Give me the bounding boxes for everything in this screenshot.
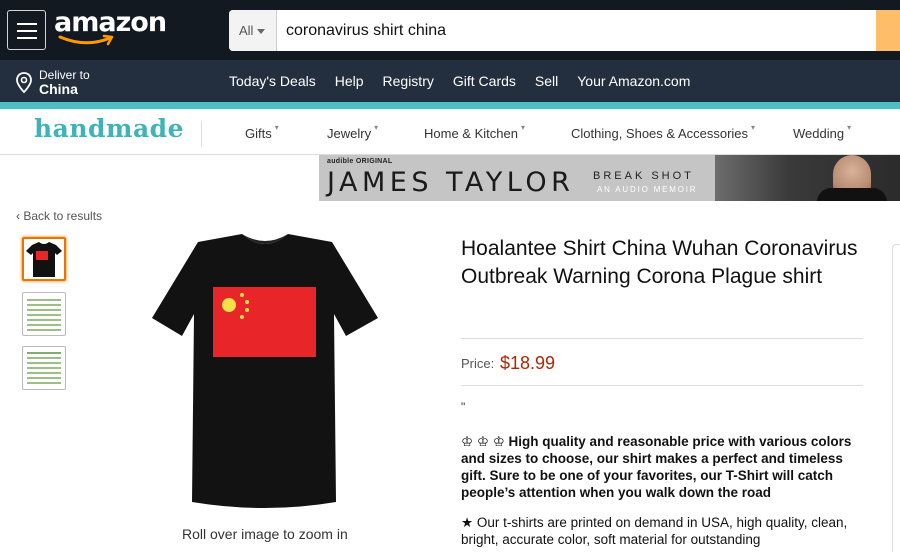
- nav-link-help[interactable]: Help: [335, 73, 364, 89]
- smile-arrow-icon: [58, 34, 114, 46]
- thumbnail-size-chart-2[interactable]: [22, 346, 66, 390]
- search-button[interactable]: [876, 10, 900, 51]
- location-pin-icon: [16, 72, 32, 94]
- ad-banner[interactable]: audible ORIGINAL JAMES TAYLOR BREAK SHOT…: [319, 155, 900, 201]
- nav-link-todays-deals[interactable]: Today's Deals: [229, 73, 316, 89]
- nav-link-your-amazon[interactable]: Your Amazon.com: [577, 73, 690, 89]
- ad-photo: [715, 155, 900, 201]
- ad-subtagline: AN AUDIO MEMOIR: [597, 185, 698, 194]
- nav-links: Today's Deals Help Registry Gift Cards S…: [229, 73, 709, 89]
- back-to-results-link[interactable]: ‹ Back to results: [16, 209, 102, 223]
- china-flag: [213, 287, 316, 357]
- handmade-link-label: Wedding: [793, 126, 845, 141]
- deliver-label: Deliver to: [39, 68, 90, 82]
- caret-down-icon: ▾: [520, 123, 525, 132]
- nav-link-sell[interactable]: Sell: [535, 73, 558, 89]
- handmade-link-label: Gifts: [245, 126, 272, 141]
- search-input[interactable]: [286, 10, 866, 51]
- shirt-thumbnail-icon: [26, 242, 62, 277]
- thumbnail-size-chart-1[interactable]: [22, 292, 66, 336]
- handmade-link-home-kitchen[interactable]: Home & Kitchen ▾: [424, 123, 525, 141]
- price-label: Price:: [461, 356, 495, 371]
- secondary-navbar: Deliver to China Today's Deals Help Regi…: [0, 60, 900, 102]
- search-category-label: All: [239, 23, 254, 38]
- caret-down-icon: [257, 29, 266, 35]
- product-title: Hoalantee Shirt China Wuhan Coronavirus …: [461, 237, 858, 288]
- handmade-link-wedding[interactable]: Wedding ▾: [793, 123, 852, 141]
- search-bar: All: [229, 10, 900, 51]
- nav-link-gift-cards[interactable]: Gift Cards: [453, 73, 516, 89]
- deliver-location: China: [39, 81, 78, 97]
- handmade-link-clothing[interactable]: Clothing, Shoes & Accessories ▾: [571, 123, 756, 141]
- handmade-link-jewelry[interactable]: Jewelry ▾: [327, 123, 379, 141]
- handmade-link-label: Home & Kitchen: [424, 126, 518, 141]
- handmade-link-label: Clothing, Shoes & Accessories: [571, 126, 749, 141]
- accent-bar: [0, 102, 900, 109]
- caret-down-icon: ▾: [751, 123, 756, 132]
- handmade-logo[interactable]: handmade: [34, 114, 184, 143]
- handmade-subnav: handmade Gifts ▾ Jewelry ▾ Home & Kitchen ▾…: [0, 109, 900, 155]
- menu-icon[interactable]: [7, 10, 46, 50]
- buy-box-edge: [892, 244, 900, 552]
- handmade-link-gifts[interactable]: Gifts ▾: [245, 123, 279, 141]
- nav-link-registry[interactable]: Registry: [383, 73, 434, 89]
- feature-bullet-1: ♔ ♔ ♔ High quality and reasonable price …: [461, 434, 852, 500]
- handmade-link-label: Jewelry: [327, 126, 372, 141]
- divider: [201, 121, 202, 147]
- caret-down-icon: ▾: [847, 123, 852, 132]
- feature-bullet-2: ★ Our t-shirts are printed on demand in …: [461, 515, 848, 547]
- search-category-select[interactable]: All: [229, 10, 277, 51]
- top-navbar: amazon All: [0, 0, 900, 60]
- amazon-logo[interactable]: amazon: [54, 7, 167, 47]
- divider: [461, 338, 863, 339]
- portrait-suit: [817, 188, 887, 201]
- product-image[interactable]: [150, 232, 380, 512]
- caret-down-icon: ▾: [374, 123, 379, 132]
- ad-tagline: BREAK SHOT: [593, 170, 694, 182]
- ad-badge: audible ORIGINAL: [327, 158, 393, 165]
- price-value: $18.99: [500, 353, 556, 373]
- caret-down-icon: ▾: [274, 123, 279, 132]
- divider: [461, 385, 863, 386]
- ad-headline: JAMES TAYLOR: [327, 167, 575, 198]
- zoom-hint: Roll over image to zoom in: [182, 526, 348, 542]
- description-quote: ": [461, 400, 466, 414]
- thumbnail-shirt[interactable]: [22, 237, 66, 281]
